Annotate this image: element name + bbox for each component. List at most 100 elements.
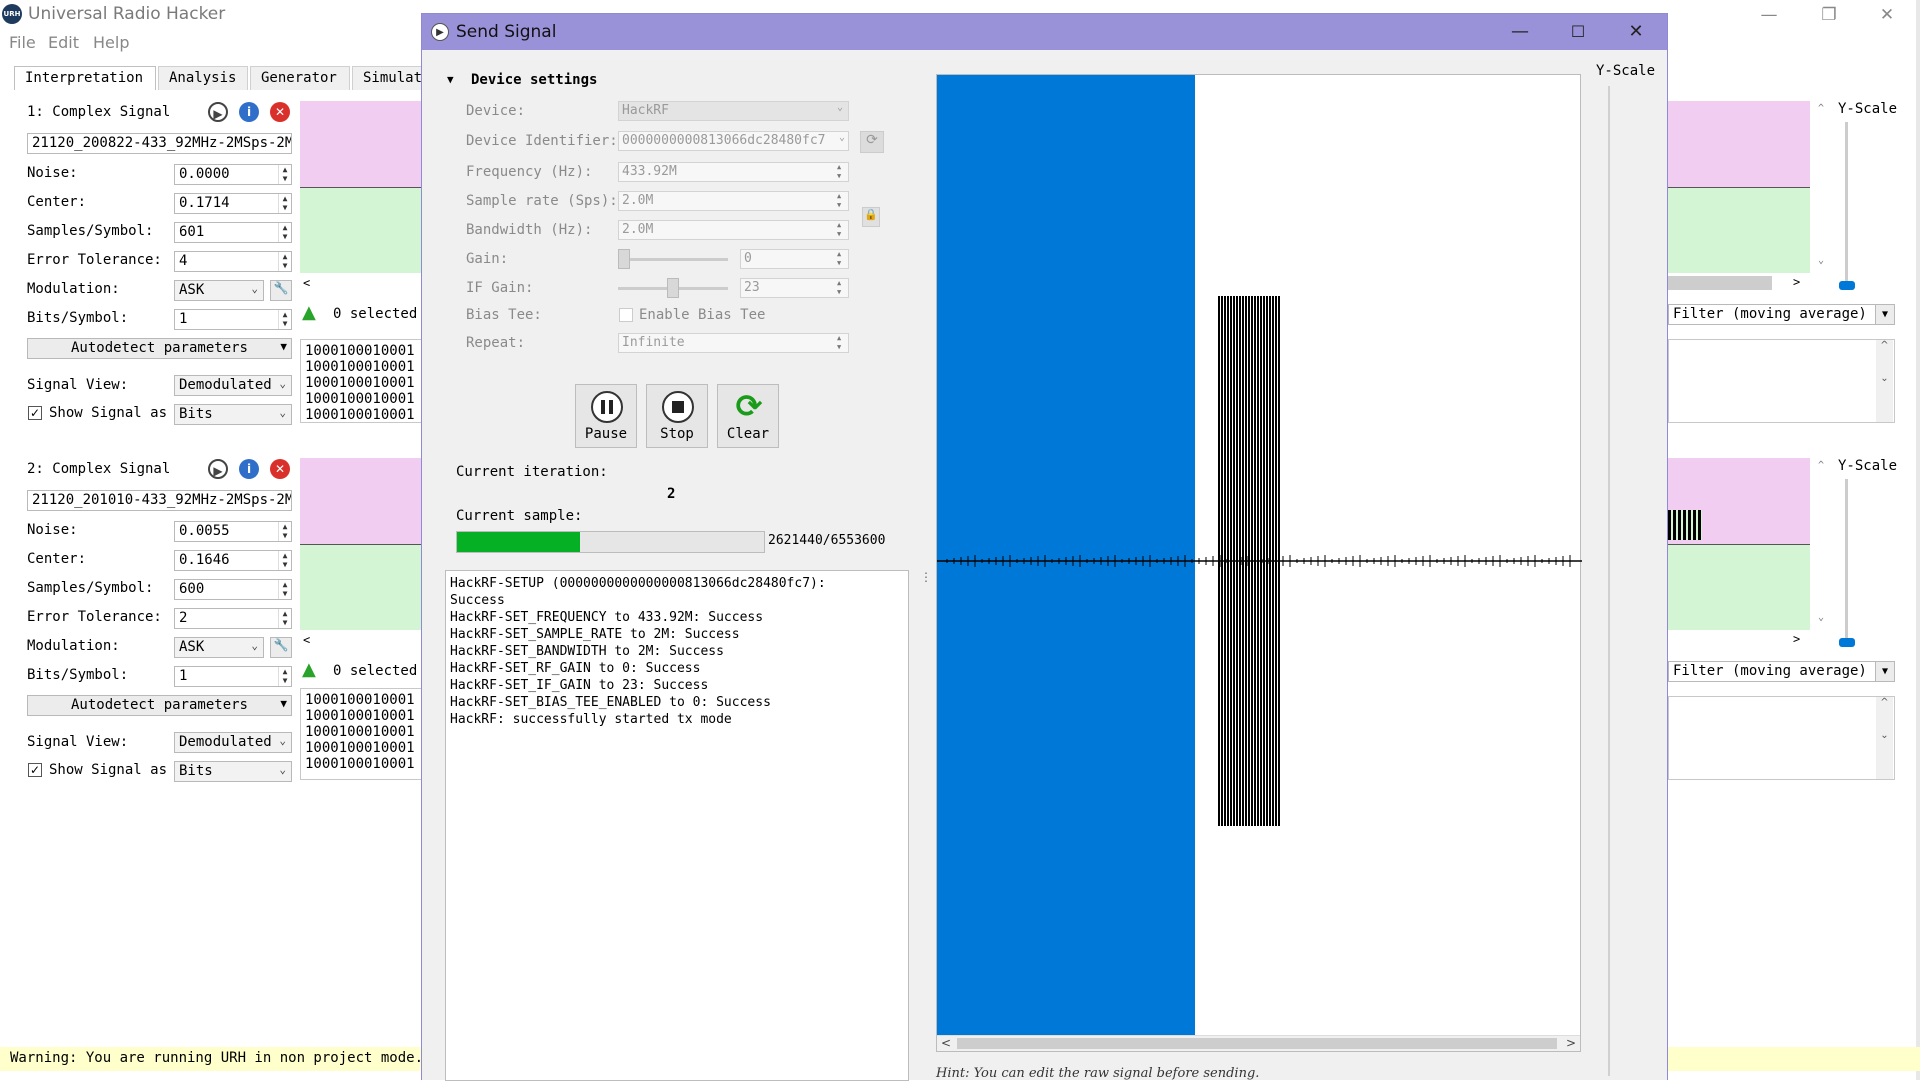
signal-view-select[interactable]: Demodulated ⌄ — [174, 732, 292, 753]
frequency-field[interactable]: 433.92M ▲ ▼ — [618, 162, 849, 182]
v-scrollbar[interactable]: ^ ⌄ — [1876, 340, 1893, 422]
scroll-up-icon[interactable]: ^ — [1818, 460, 1824, 471]
repeat-field[interactable]: Infinite ▲ ▼ — [618, 333, 849, 353]
protocol-view-right[interactable] — [1668, 696, 1895, 780]
bps-field[interactable]: 1 ▲ ▼ — [174, 309, 292, 330]
close-icon[interactable]: ✕ — [1860, 2, 1914, 28]
signal-view-select[interactable]: Demodulated ⌄ — [174, 375, 292, 396]
signal-plot-right[interactable] — [1668, 101, 1810, 273]
if-gain-field[interactable]: 23 ▲ ▼ — [740, 278, 849, 298]
scroll-down-icon[interactable]: ⌄ — [1818, 612, 1824, 623]
bandwidth-field[interactable]: 2.0M ▲ ▼ — [618, 220, 849, 240]
show-signal-checkbox[interactable]: ✓ — [28, 406, 42, 420]
err-field[interactable]: 4 ▲ ▼ — [174, 251, 292, 272]
wrench-icon[interactable]: 🔧 — [270, 280, 292, 301]
log-output[interactable]: HackRF-SETUP (0000000000000000813066dc28… — [445, 570, 909, 1081]
menu-file[interactable]: File — [9, 33, 36, 52]
scroll-thumb[interactable] — [957, 1038, 1557, 1049]
noise-field[interactable]: 0.0000 ▲ ▼ — [174, 164, 292, 185]
tab-analysis[interactable]: Analysis — [158, 66, 248, 90]
collapse-icon[interactable]: ▼ — [447, 73, 454, 86]
signal-plot[interactable] — [300, 458, 422, 630]
device-id-select[interactable]: 0000000000813066dc28480fc7 ⌄ — [618, 131, 849, 151]
scroll-right-icon[interactable]: > — [1793, 275, 1800, 289]
play-icon[interactable]: ▶ — [208, 459, 228, 479]
gain-slider-handle[interactable] — [618, 249, 630, 269]
if-gain-slider-handle[interactable] — [667, 278, 679, 298]
maximize-icon[interactable]: ☐ — [1558, 19, 1598, 45]
center-field[interactable]: 0.1714 ▲ ▼ — [174, 193, 292, 214]
restore-icon[interactable]: ❐ — [1802, 2, 1856, 28]
gain-field[interactable]: 0 ▲ ▼ — [740, 249, 849, 269]
modulation-select[interactable]: ASK ⌄ — [174, 280, 264, 301]
close-icon[interactable]: ✕ — [1616, 19, 1656, 45]
bps-field[interactable]: 1 ▲ ▼ — [174, 666, 292, 687]
yscale-slider-track[interactable] — [1608, 86, 1610, 1076]
yscale-slider-track[interactable] — [1845, 479, 1848, 639]
scroll-right-icon[interactable]: > — [1566, 1036, 1576, 1050]
v-scrollbar[interactable]: ^ ⌄ — [1876, 697, 1893, 779]
dropdown-icon[interactable]: ▼ — [1875, 304, 1895, 325]
protocol-view-right[interactable] — [1668, 339, 1895, 423]
device-select[interactable]: HackRF ⌄ — [618, 101, 849, 121]
arrow-up-icon[interactable]: ▲ — [302, 660, 322, 680]
sps-field[interactable]: 600 ▲ ▼ — [174, 579, 292, 600]
tab-simulator[interactable]: Simulat — [352, 66, 422, 90]
yscale-slider-track[interactable] — [1845, 122, 1848, 282]
center-field[interactable]: 0.1646 ▲ ▼ — [174, 550, 292, 571]
device-settings-header[interactable]: Device settings — [471, 72, 597, 88]
sps-field[interactable]: 601 ▲ ▼ — [174, 222, 292, 243]
scroll-down-icon[interactable]: ⌄ — [1818, 255, 1824, 266]
gain-slider[interactable] — [618, 258, 728, 261]
noise-field[interactable]: 0.0055 ▲ ▼ — [174, 521, 292, 542]
lock-icon[interactable]: 🔒 — [862, 207, 880, 227]
close-signal-icon[interactable]: ✕ — [270, 102, 290, 122]
bias-tee-checkbox[interactable] — [619, 308, 633, 322]
tab-generator[interactable]: Generator — [250, 66, 350, 90]
selected-count: 0 selected — [333, 306, 418, 322]
dropdown-icon[interactable]: ▼ — [1875, 661, 1895, 682]
signal-filename-field[interactable]: 21120_201010-433_92MHz-2MSps-2MHz — [27, 490, 292, 511]
signal-plot-right[interactable] — [1668, 458, 1810, 630]
tab-interpretation[interactable]: Interpretation — [14, 66, 156, 90]
autodetect-button[interactable]: Autodetect parameters ▼ — [27, 695, 292, 716]
clear-button[interactable]: ⟳ Clear — [717, 384, 779, 448]
minimize-icon[interactable]: — — [1500, 19, 1540, 45]
filter-select[interactable]: Filter (moving average) — [1668, 304, 1895, 325]
modulation-select[interactable]: ASK ⌄ — [174, 637, 264, 658]
show-signal-checkbox[interactable]: ✓ — [28, 763, 42, 777]
info-icon[interactable]: i — [239, 459, 259, 479]
pause-button[interactable]: Pause — [575, 384, 637, 448]
scroll-left-icon[interactable]: < — [303, 633, 310, 647]
splitter-handle[interactable]: ⋮ — [920, 570, 932, 584]
stop-button[interactable]: Stop — [646, 384, 708, 448]
signal-plot[interactable] — [300, 101, 422, 273]
scroll-right-icon[interactable]: > — [1793, 632, 1800, 646]
err-field[interactable]: 2 ▲ ▼ — [174, 608, 292, 629]
close-signal-icon[interactable]: ✕ — [270, 459, 290, 479]
minimize-icon[interactable]: — — [1742, 2, 1796, 28]
signal-filename-field[interactable]: 21120_200822-433_92MHz-2MSps-2MHz — [27, 133, 292, 154]
play-icon[interactable]: ▶ — [208, 102, 228, 122]
menu-help[interactable]: Help — [93, 33, 129, 52]
menu-edit[interactable]: Edit — [48, 33, 79, 52]
wrench-icon[interactable]: 🔧 — [270, 637, 292, 658]
info-icon[interactable]: i — [239, 102, 259, 122]
scroll-up-icon[interactable]: ^ — [1818, 103, 1824, 114]
arrow-up-icon[interactable]: ▲ — [302, 303, 322, 323]
filter-select[interactable]: Filter (moving average) — [1668, 661, 1895, 682]
signal-preview-plot[interactable]: < > — [936, 74, 1582, 1052]
scroll-left-icon[interactable]: < — [303, 276, 310, 290]
autodetect-button[interactable]: Autodetect parameters ▼ — [27, 338, 292, 359]
h-scrollbar[interactable] — [1668, 276, 1772, 290]
yscale-slider-handle[interactable] — [1839, 281, 1855, 290]
h-scrollbar[interactable]: < > — [937, 1035, 1580, 1051]
scroll-left-icon[interactable]: < — [941, 1036, 951, 1050]
show-as-select[interactable]: Bits ⌄ — [174, 761, 292, 782]
yscale-slider-handle[interactable] — [1839, 638, 1855, 647]
refresh-icon[interactable]: ⟳ — [860, 131, 884, 153]
show-as-select[interactable]: Bits ⌄ — [174, 404, 292, 425]
bits-view[interactable]: 1000100010001 1000100010001 100010001000… — [300, 688, 422, 780]
sample-rate-field[interactable]: 2.0M ▲ ▼ — [618, 191, 849, 211]
bits-view[interactable]: 1000100010001 1000100010001 100010001000… — [300, 339, 422, 423]
